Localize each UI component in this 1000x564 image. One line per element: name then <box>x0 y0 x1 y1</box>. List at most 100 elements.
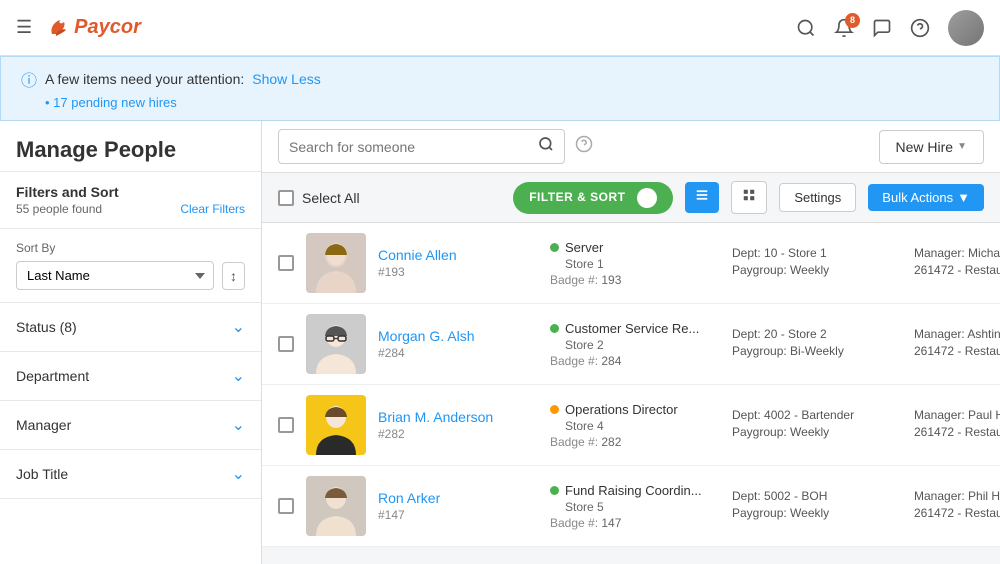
people-found: 55 people found <box>16 202 102 216</box>
filter-group-department: Department ⌄ <box>0 352 261 401</box>
select-all-label: Select All <box>302 190 360 206</box>
dept-line-1: Dept: 20 - Store 2 <box>732 327 902 341</box>
role-store-2: Store 4 <box>550 419 720 433</box>
person-manager-1: Manager: Ashtin Peterso 261472 - Restaur… <box>914 327 1000 361</box>
manager-name-1: Manager: Ashtin Peterso <box>914 327 1000 341</box>
paygroup-line-2: Paygroup: Weekly <box>732 425 902 439</box>
header: ☰ Paycor 8 <box>0 0 1000 56</box>
role-store-1: Store 2 <box>550 338 720 352</box>
person-name-1[interactable]: Morgan G. Alsh <box>378 328 538 344</box>
paygroup-line-1: Paygroup: Bi-Weekly <box>732 344 902 358</box>
filter-group-status: Status (8) ⌄ <box>0 303 261 352</box>
person-checkbox-2[interactable] <box>278 417 294 433</box>
dept-line-2: Dept: 4002 - Bartender <box>732 408 902 422</box>
clear-filters-link[interactable]: Clear Filters <box>180 202 245 216</box>
restaurant-line-2: 261472 - Restaurant Bas. <box>914 425 1000 439</box>
dept-line-0: Dept: 10 - Store 1 <box>732 246 902 260</box>
chevron-down-icon-dept: ⌄ <box>232 366 245 386</box>
person-checkbox-1[interactable] <box>278 336 294 352</box>
person-photo-1 <box>306 314 366 374</box>
banner-item-hires[interactable]: • 17 pending new hires <box>21 95 983 110</box>
role-badge-0: Badge #: 193 <box>550 273 720 287</box>
paygroup-line-3: Paygroup: Weekly <box>732 506 902 520</box>
table-row: Brian M. Anderson #282 Operations Direct… <box>262 385 1000 466</box>
toggle-pill <box>637 188 657 208</box>
filter-group-jobtitle-header[interactable]: Job Title ⌄ <box>0 450 261 498</box>
person-photo-0 <box>306 233 366 293</box>
banner-title: ⓘ A few items need your attention: Show … <box>21 67 983 91</box>
role-badge-3: Badge #: 147 <box>550 516 720 530</box>
filters-subrow: 55 people found Clear Filters <box>16 202 245 216</box>
table-row: Morgan G. Alsh #284 Customer Service Re.… <box>262 304 1000 385</box>
filter-group-jobtitle-label: Job Title <box>16 466 68 482</box>
chat-icon-btn[interactable] <box>872 18 892 38</box>
sort-row: Last Name First Name Department Status ↕ <box>16 261 245 290</box>
filters-section: Filters and Sort 55 people found Clear F… <box>0 172 261 229</box>
status-dot-0 <box>550 243 559 252</box>
person-photo-3 <box>306 476 366 536</box>
bulk-actions-arrow: ▼ <box>957 190 970 205</box>
chevron-down-icon-jt: ⌄ <box>232 464 245 484</box>
notification-badge: 8 <box>845 13 860 28</box>
sort-label: Sort By <box>16 241 245 255</box>
manager-name-3: Manager: Phil Harvey <box>914 489 1000 503</box>
person-role-3: Fund Raising Coordin... Store 5 Badge #:… <box>550 483 720 530</box>
status-dot-1 <box>550 324 559 333</box>
banner-message: A few items need your attention: <box>45 71 244 87</box>
person-role-2: Operations Director Store 4 Badge #: 282 <box>550 402 720 449</box>
person-name-0[interactable]: Connie Allen <box>378 247 538 263</box>
sort-select[interactable]: Last Name First Name Department Status <box>16 261 214 290</box>
person-photo-2 <box>306 395 366 455</box>
person-name-2[interactable]: Brian M. Anderson <box>378 409 538 425</box>
filter-group-jobtitle: Job Title ⌄ <box>0 450 261 499</box>
banner-item-text: 17 pending new hires <box>53 95 177 110</box>
view-grid-button[interactable] <box>731 181 767 214</box>
person-checkbox-3[interactable] <box>278 498 294 514</box>
help-icon-btn[interactable] <box>910 18 930 38</box>
status-dot-2 <box>550 405 559 414</box>
search-icon[interactable] <box>538 136 554 157</box>
person-manager-2: Manager: Paul Hill 261472 - Restaurant B… <box>914 408 1000 442</box>
person-info-1: Morgan G. Alsh #284 <box>378 328 538 360</box>
sort-section: Sort By Last Name First Name Department … <box>0 229 261 303</box>
filter-group-manager: Manager ⌄ <box>0 401 261 450</box>
manager-name-0: Manager: Michael Banks <box>914 246 1000 260</box>
view-list-button[interactable] <box>685 182 719 213</box>
role-title-1: Customer Service Re... <box>565 321 699 336</box>
new-hire-button[interactable]: New Hire ▼ <box>879 130 984 164</box>
person-dept-1: Dept: 20 - Store 2 Paygroup: Bi-Weekly <box>732 327 902 361</box>
role-badge-1: Badge #: 284 <box>550 354 720 368</box>
help-circle-icon[interactable] <box>575 135 593 158</box>
search-input[interactable] <box>289 139 530 155</box>
hamburger-icon[interactable]: ☰ <box>16 17 32 38</box>
status-dot-3 <box>550 486 559 495</box>
person-dept-0: Dept: 10 - Store 1 Paygroup: Weekly <box>732 246 902 280</box>
filter-group-manager-label: Manager <box>16 417 71 433</box>
dept-line-3: Dept: 5002 - BOH <box>732 489 902 503</box>
filter-sort-toggle[interactable]: FILTER & SORT <box>513 182 673 214</box>
role-store-0: Store 1 <box>550 257 720 271</box>
filter-group-department-header[interactable]: Department ⌄ <box>0 352 261 400</box>
select-all-checkbox[interactable] <box>278 190 294 206</box>
person-manager-0: Manager: Michael Banks 261472 - Restaura… <box>914 246 1000 280</box>
table-toolbar: Select All FILTER & SORT Settings Bulk A… <box>262 173 1000 223</box>
search-icon-btn[interactable] <box>796 18 816 38</box>
avatar[interactable] <box>948 10 984 46</box>
bulk-actions-button[interactable]: Bulk Actions ▼ <box>868 184 984 211</box>
person-name-3[interactable]: Ron Arker <box>378 490 538 506</box>
info-icon: ⓘ <box>21 67 37 91</box>
filter-group-manager-header[interactable]: Manager ⌄ <box>0 401 261 449</box>
table-row: Ron Arker #147 Fund Raising Coordin... S… <box>262 466 1000 547</box>
filter-group-status-header[interactable]: Status (8) ⌄ <box>0 303 261 351</box>
show-less-link[interactable]: Show Less <box>252 71 320 87</box>
chevron-down-icon: ⌄ <box>232 317 245 337</box>
select-all-container[interactable]: Select All <box>278 190 360 206</box>
restaurant-line-1: 261472 - Restaurant Bas. <box>914 344 1000 358</box>
person-checkbox-0[interactable] <box>278 255 294 271</box>
filters-header: Filters and Sort <box>16 184 245 200</box>
notifications-icon-btn[interactable]: 8 <box>834 18 854 38</box>
sort-direction-button[interactable]: ↕ <box>222 262 245 290</box>
page-title: Manage People <box>0 121 261 172</box>
table-row: Connie Allen #193 Server Store 1 Badge #… <box>262 223 1000 304</box>
settings-button[interactable]: Settings <box>779 183 856 212</box>
